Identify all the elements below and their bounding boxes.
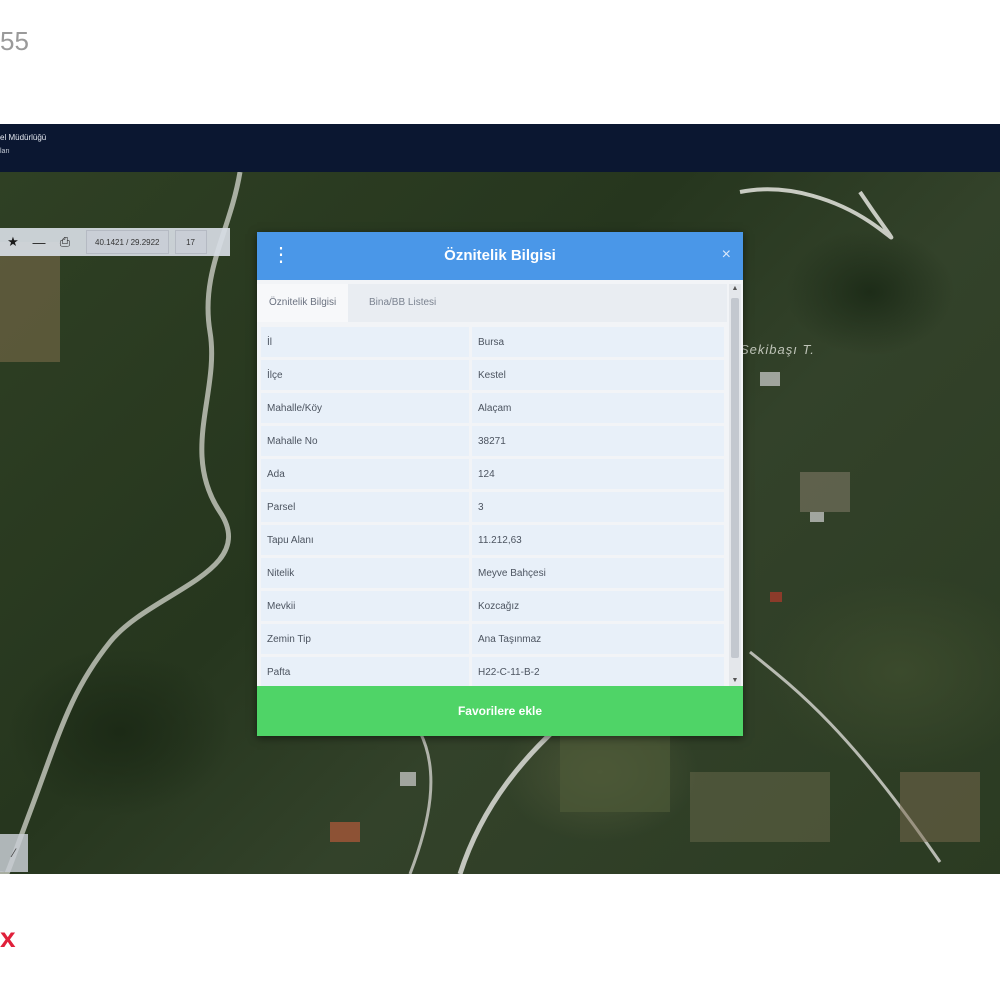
attribute-value: Alaçam xyxy=(472,393,727,423)
tab-building-list[interactable]: Bina/BB Listesi xyxy=(357,284,448,322)
close-icon[interactable]: × xyxy=(722,246,731,264)
dialog-scrollbar[interactable]: ▲ ▼ xyxy=(729,284,741,686)
attribute-key: Tapu Alanı xyxy=(261,525,472,555)
dialog-header: ⋮ Öznitelik Bilgisi × xyxy=(257,232,743,280)
attribute-value: H22-C-11-B-2 xyxy=(472,657,727,686)
attribute-value: Meyve Bahçesi xyxy=(472,558,727,588)
attribute-key: Parsel xyxy=(261,492,472,522)
scroll-up-icon[interactable]: ▲ xyxy=(729,284,741,294)
minus-icon[interactable]: — xyxy=(26,228,52,256)
attribute-key: Nitelik xyxy=(261,558,472,588)
printer-icon[interactable]: ⎙ xyxy=(52,228,78,256)
attribute-value: Ana Taşınmaz xyxy=(472,624,727,654)
attribute-value: 124 xyxy=(472,459,727,489)
table-row: Parsel 3 xyxy=(261,492,727,522)
table-row: İlçe Kestel xyxy=(261,360,727,390)
table-row: Mahalle/Köy Alaçam xyxy=(261,393,727,423)
attribute-value: 38271 xyxy=(472,426,727,456)
attribute-value: Bursa xyxy=(472,327,727,357)
corner-number: 55 xyxy=(0,26,29,56)
attribute-key: Zemin Tip xyxy=(261,624,472,654)
dialog-tabs: Öznitelik Bilgisi Bina/BB Listesi xyxy=(257,284,727,322)
map-corner-button[interactable]: ⁄ xyxy=(0,834,28,872)
attribute-key: İlçe xyxy=(261,360,472,390)
star-icon[interactable]: ★ xyxy=(0,228,26,256)
table-row: Tapu Alanı 11.212,63 xyxy=(261,525,727,555)
map-toolbar: ★ — ⎙ 40.1421 / 29.2922 17 xyxy=(0,228,230,256)
table-row: Mevkii Kozcağız xyxy=(261,591,727,621)
satellite-map[interactable]: Sekibaşı T. ★ — ⎙ 40.1421 / 29.2922 17 ⁄… xyxy=(0,172,1000,874)
header-subtitle: ları xyxy=(0,148,10,155)
attribute-value: 3 xyxy=(472,492,727,522)
table-row: Zemin Tip Ana Taşınmaz xyxy=(261,624,727,654)
header-title: el Müdürlüğü xyxy=(0,133,47,142)
coordinate-readout: 40.1421 / 29.2922 xyxy=(86,230,169,254)
attribute-value: Kestel xyxy=(472,360,727,390)
attribute-key: Ada xyxy=(261,459,472,489)
table-row: Nitelik Meyve Bahçesi xyxy=(261,558,727,588)
gis-screen: el Müdürlüğü ları Sekibaşı T. ★ — ⎙ 40.1… xyxy=(0,124,1000,874)
attribute-key: Pafta xyxy=(261,657,472,686)
table-row: İl Bursa xyxy=(261,327,727,357)
attribute-key: Mahalle/Köy xyxy=(261,393,472,423)
attribute-table: İl Bursa İlçe Kestel Mahalle/Köy Alaçam Mahall… xyxy=(261,324,727,686)
attribute-value: Kozcağız xyxy=(472,591,727,621)
scroll-down-icon[interactable]: ▼ xyxy=(729,676,741,686)
corner-mark: x xyxy=(0,922,16,953)
attribute-key: Mevkii xyxy=(261,591,472,621)
dialog-title: Öznitelik Bilgisi xyxy=(444,247,556,264)
table-row: Ada 124 xyxy=(261,459,727,489)
table-row: Mahalle No 38271 xyxy=(261,426,727,456)
attribute-value: 11.212,63 xyxy=(472,525,727,555)
app-header: el Müdürlüğü ları xyxy=(0,124,1000,172)
tab-attribute-info[interactable]: Öznitelik Bilgisi xyxy=(257,284,349,322)
add-favorites-button[interactable]: Favorilere ekle xyxy=(257,686,743,736)
zoom-level: 17 xyxy=(174,230,207,254)
table-row: Pafta H22-C-11-B-2 xyxy=(261,657,727,686)
map-place-label: Sekibaşı T. xyxy=(740,342,815,357)
scroll-thumb[interactable] xyxy=(731,298,739,658)
attribute-dialog: ⋮ Öznitelik Bilgisi × Öznitelik Bilgisi … xyxy=(257,232,743,736)
attribute-key: İl xyxy=(261,327,472,357)
attribute-key: Mahalle No xyxy=(261,426,472,456)
